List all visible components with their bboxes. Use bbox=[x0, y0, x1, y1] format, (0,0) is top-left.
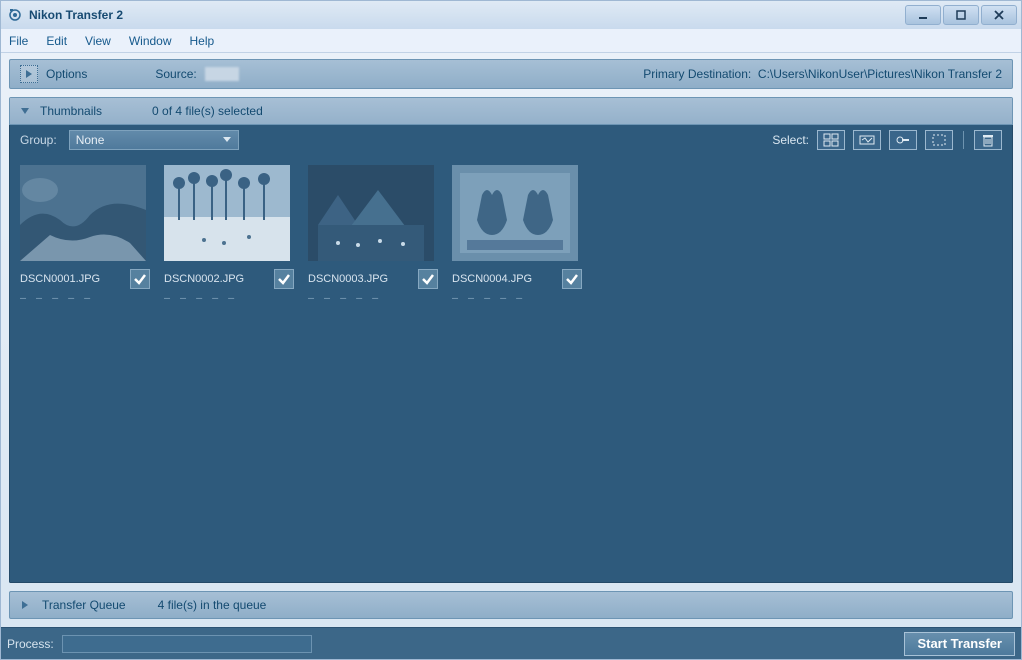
chevron-down-icon bbox=[222, 133, 232, 147]
progress-bar bbox=[62, 635, 312, 653]
menu-help[interactable]: Help bbox=[190, 34, 215, 48]
destination-label: Primary Destination: bbox=[643, 67, 751, 81]
queue-expand-button[interactable] bbox=[20, 600, 30, 610]
select-all-button[interactable] bbox=[817, 130, 845, 150]
select-none-button[interactable] bbox=[925, 130, 953, 150]
group-dropdown[interactable]: None bbox=[69, 130, 239, 150]
thumbnail-checkbox[interactable] bbox=[130, 269, 150, 289]
thumbnails-title: Thumbnails bbox=[40, 104, 102, 118]
minimize-button[interactable] bbox=[905, 5, 941, 25]
start-transfer-label: Start Transfer bbox=[917, 636, 1002, 651]
window-controls bbox=[905, 5, 1017, 25]
source-label: Source: bbox=[155, 67, 196, 81]
group-label: Group: bbox=[20, 133, 57, 147]
app-window: Nikon Transfer 2 File Edit View Window H… bbox=[0, 0, 1022, 660]
maximize-button[interactable] bbox=[943, 5, 979, 25]
footer-bar: Process: Start Transfer bbox=[1, 627, 1021, 659]
thumbnail-checkbox[interactable] bbox=[274, 269, 294, 289]
thumbnail-filename: DSCN0002.JPG bbox=[164, 273, 244, 285]
queue-status: 4 file(s) in the queue bbox=[158, 598, 267, 612]
thumbnail-filename: DSCN0004.JPG bbox=[452, 273, 532, 285]
rating-placeholder: — — — — — bbox=[20, 293, 150, 304]
thumbnail-filename: DSCN0001.JPG bbox=[20, 273, 100, 285]
options-label: Options bbox=[46, 67, 87, 81]
thumbnail-item[interactable]: DSCN0004.JPG — — — — — bbox=[452, 165, 582, 304]
rating-placeholder: — — — — — bbox=[452, 293, 582, 304]
thumbnail-checkbox[interactable] bbox=[562, 269, 582, 289]
menubar: File Edit View Window Help bbox=[1, 29, 1021, 53]
options-bar: Options Source: Primary Destination: C:\… bbox=[9, 59, 1013, 89]
rating-placeholder: — — — — — bbox=[308, 293, 438, 304]
thumbnail-checkbox[interactable] bbox=[418, 269, 438, 289]
rating-placeholder: — — — — — bbox=[164, 293, 294, 304]
thumbnail-image bbox=[20, 165, 146, 261]
destination-info: Primary Destination: C:\Users\NikonUser\… bbox=[643, 67, 1002, 81]
thumbnail-item[interactable]: DSCN0001.JPG — — — — — bbox=[20, 165, 150, 304]
queue-title: Transfer Queue bbox=[42, 598, 126, 612]
menu-view[interactable]: View bbox=[85, 34, 111, 48]
menu-file[interactable]: File bbox=[9, 34, 28, 48]
thumbnail-item[interactable]: DSCN0002.JPG — — — — — bbox=[164, 165, 294, 304]
thumbnails-panel: Thumbnails 0 of 4 file(s) selected Group… bbox=[9, 97, 1013, 583]
thumbnail-item[interactable]: DSCN0003.JPG — — — — — bbox=[308, 165, 438, 304]
menu-window[interactable]: Window bbox=[129, 34, 172, 48]
thumbnail-filename: DSCN0003.JPG bbox=[308, 273, 388, 285]
delete-button[interactable] bbox=[974, 130, 1002, 150]
select-protected-button[interactable] bbox=[889, 130, 917, 150]
process-label: Process: bbox=[7, 637, 54, 651]
select-tools: Select: bbox=[772, 130, 1002, 150]
thumbnails-selection-status: 0 of 4 file(s) selected bbox=[152, 104, 263, 118]
close-button[interactable] bbox=[981, 5, 1017, 25]
thumbnail-image bbox=[452, 165, 578, 261]
titlebar: Nikon Transfer 2 bbox=[1, 1, 1021, 29]
menu-edit[interactable]: Edit bbox=[46, 34, 67, 48]
thumbnail-image bbox=[308, 165, 434, 261]
app-icon bbox=[7, 7, 23, 23]
thumbnails-header: Thumbnails 0 of 4 file(s) selected bbox=[9, 97, 1013, 125]
options-expand-button[interactable] bbox=[20, 65, 38, 83]
thumbnail-grid: DSCN0001.JPG — — — — — bbox=[9, 155, 1013, 583]
destination-path: C:\Users\NikonUser\Pictures\Nikon Transf… bbox=[758, 67, 1002, 81]
thumbnail-image bbox=[164, 165, 290, 261]
transfer-queue-bar: Transfer Queue 4 file(s) in the queue bbox=[9, 591, 1013, 619]
select-label: Select: bbox=[772, 133, 809, 147]
group-bar: Group: None Select: bbox=[9, 125, 1013, 155]
start-transfer-button[interactable]: Start Transfer bbox=[904, 632, 1015, 656]
window-title: Nikon Transfer 2 bbox=[29, 8, 123, 22]
select-marked-button[interactable] bbox=[853, 130, 881, 150]
thumbnails-collapse-button[interactable] bbox=[20, 106, 30, 116]
source-value bbox=[205, 67, 239, 81]
group-dropdown-value: None bbox=[76, 133, 105, 147]
content-area: Options Source: Primary Destination: C:\… bbox=[1, 53, 1021, 627]
tool-separator bbox=[963, 131, 964, 149]
